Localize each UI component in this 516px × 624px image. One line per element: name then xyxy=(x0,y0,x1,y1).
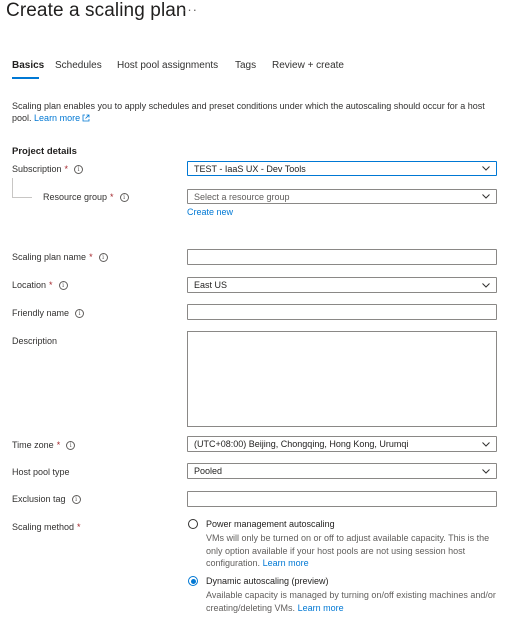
scaling-plan-name-label: Scaling plan name * i xyxy=(12,252,108,262)
info-icon[interactable]: i xyxy=(75,308,85,318)
time-zone-label: Time zone * i xyxy=(12,440,76,450)
tab-review-create[interactable]: Review + create xyxy=(272,60,344,71)
friendly-name-label: Friendly name i xyxy=(12,308,85,318)
project-details-heading: Project details xyxy=(12,146,77,157)
create-new-link[interactable]: Create new xyxy=(187,207,233,217)
host-pool-type-dropdown[interactable]: Pooled xyxy=(187,463,497,479)
info-icon[interactable]: i xyxy=(74,164,84,174)
info-icon[interactable]: i xyxy=(58,280,68,290)
power-management-option-description: VMs will only be turned on or off to adj… xyxy=(206,533,490,568)
subscription-label: Subscription * i xyxy=(12,164,84,174)
info-icon[interactable]: i xyxy=(98,252,108,262)
power-management-option-title: Power management autoscaling xyxy=(206,519,335,529)
dynamic-autoscaling-learn-more-link[interactable]: Learn more xyxy=(298,603,344,613)
tab-schedules[interactable]: Schedules xyxy=(55,60,102,71)
exclusion-tag-input[interactable] xyxy=(187,491,497,507)
info-icon[interactable]: i xyxy=(71,494,81,504)
resource-group-label: Resource group * i xyxy=(43,192,129,202)
dynamic-autoscaling-option-description: Available capacity is managed by turning… xyxy=(206,590,496,613)
external-link-icon xyxy=(82,114,90,122)
radio-selected-dot xyxy=(190,578,196,584)
active-tab-indicator xyxy=(12,77,39,79)
power-management-learn-more-link[interactable]: Learn more xyxy=(263,558,309,568)
scaling-plan-name-input[interactable] xyxy=(187,249,497,265)
dynamic-autoscaling-radio[interactable] xyxy=(188,576,198,586)
page-title: Create a scaling plan xyxy=(6,0,187,21)
chevron-down-icon xyxy=(482,194,490,199)
friendly-name-input[interactable] xyxy=(187,304,497,320)
power-management-radio[interactable] xyxy=(188,519,198,529)
description-textarea[interactable] xyxy=(187,331,497,427)
intro-description: Scaling plan enables you to apply schedu… xyxy=(12,100,498,124)
info-icon[interactable]: i xyxy=(119,192,129,202)
info-icon[interactable]: i xyxy=(66,440,76,450)
dynamic-autoscaling-option-title: Dynamic autoscaling (preview) xyxy=(206,576,329,586)
intro-learn-more-link[interactable]: Learn more xyxy=(34,113,90,123)
tab-host-pool-assignments[interactable]: Host pool assignments xyxy=(117,60,218,71)
chevron-down-icon xyxy=(482,166,490,171)
time-zone-dropdown[interactable]: (UTC+08:00) Beijing, Chongqing, Hong Kon… xyxy=(187,436,497,452)
exclusion-tag-label: Exclusion tag i xyxy=(12,494,81,504)
more-options-button[interactable]: ··· xyxy=(182,2,198,17)
description-label: Description xyxy=(12,336,58,346)
scaling-method-label: Scaling method * xyxy=(12,522,81,532)
resource-group-dropdown[interactable]: Select a resource group xyxy=(187,189,497,204)
tab-basics[interactable]: Basics xyxy=(12,60,44,71)
location-dropdown[interactable]: East US xyxy=(187,277,497,293)
chevron-down-icon xyxy=(482,469,490,474)
chevron-down-icon xyxy=(482,442,490,447)
tab-tags[interactable]: Tags xyxy=(235,60,256,71)
tree-connector-branch xyxy=(12,197,32,198)
tree-connector xyxy=(12,178,13,197)
chevron-down-icon xyxy=(482,283,490,288)
host-pool-type-label: Host pool type xyxy=(12,467,70,477)
location-label: Location * i xyxy=(12,280,68,290)
subscription-dropdown[interactable]: TEST - IaaS UX - Dev Tools xyxy=(187,161,497,176)
